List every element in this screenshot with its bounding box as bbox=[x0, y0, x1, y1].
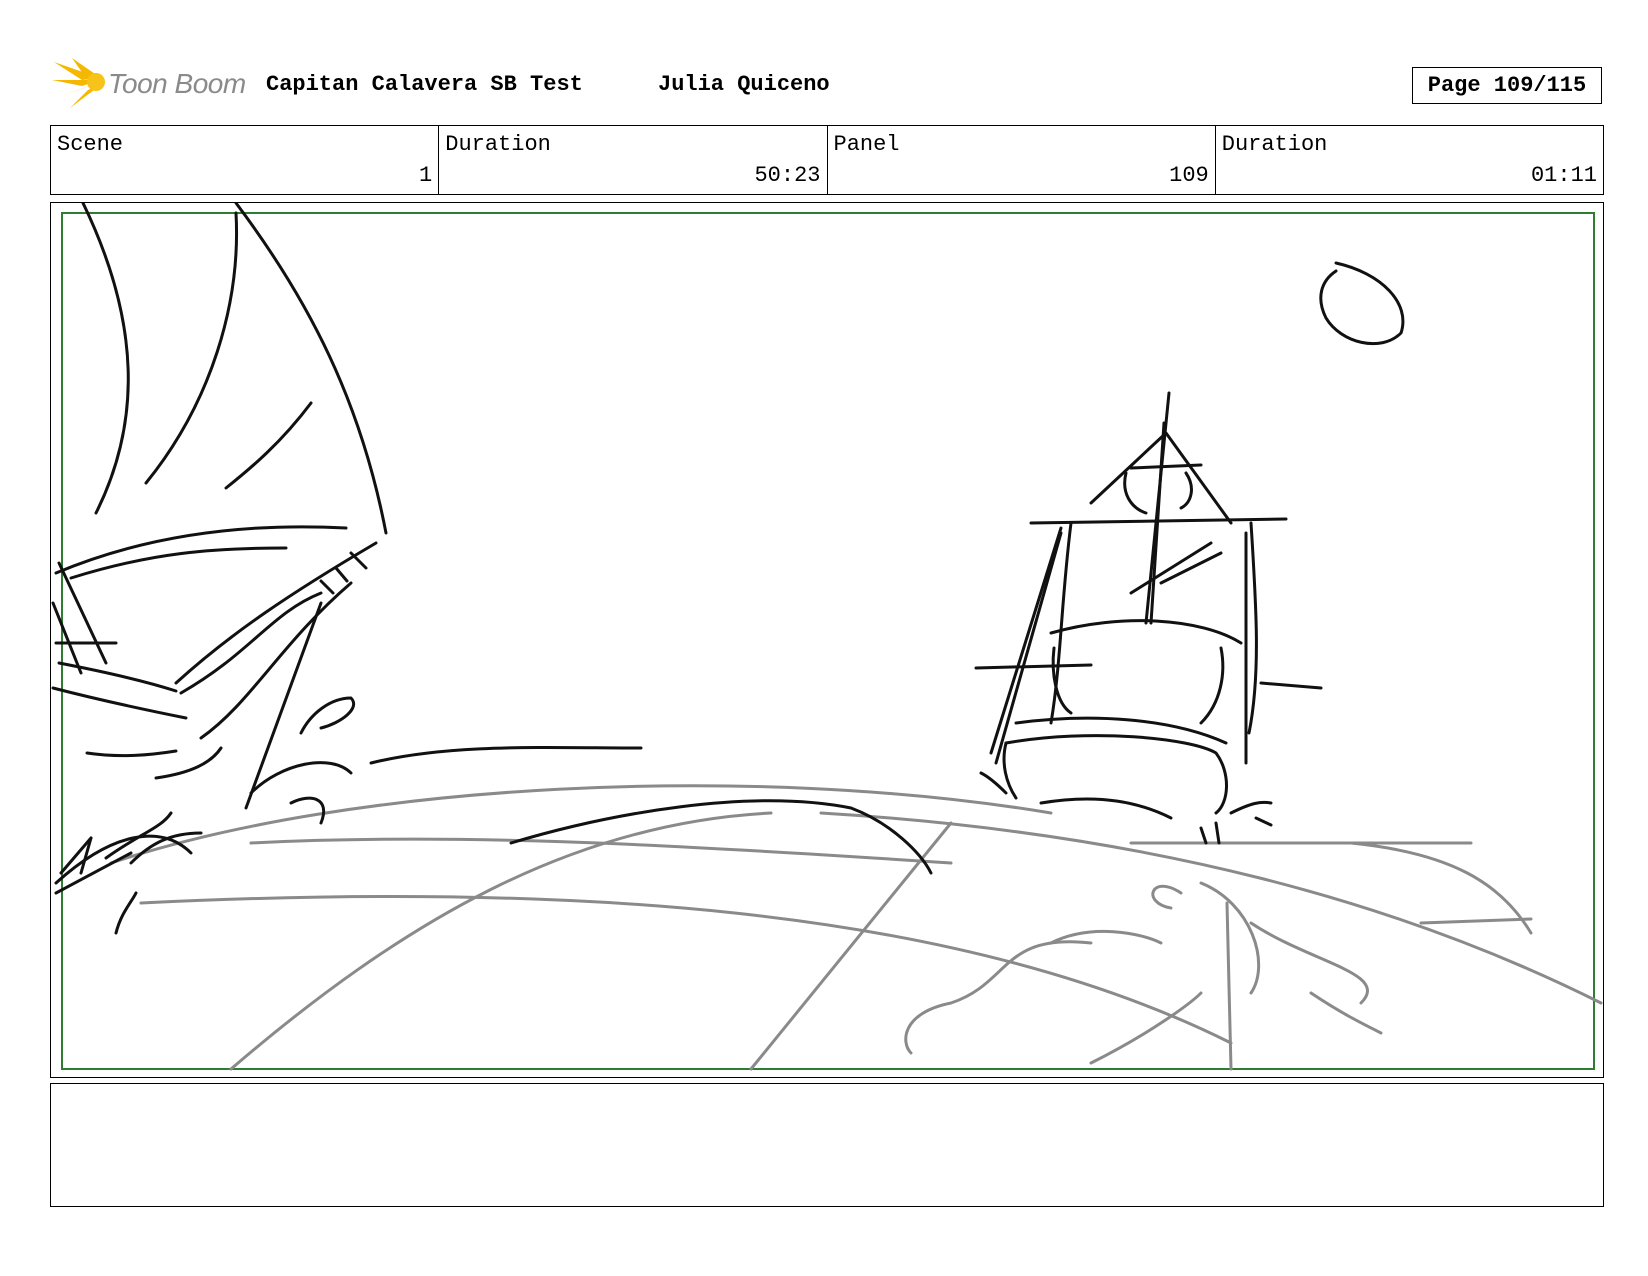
panel-duration-label: Duration bbox=[1221, 132, 1328, 157]
moon bbox=[1319, 261, 1405, 346]
toon-boom-logo: Toon Boom bbox=[52, 58, 246, 110]
author-name: Julia Quiceno bbox=[658, 72, 830, 97]
scene-info-table: Scene 1 Duration 50:23 Panel 109 Duratio… bbox=[50, 125, 1604, 195]
left-sail-edge bbox=[81, 203, 130, 515]
storyboard-panel bbox=[50, 202, 1604, 1078]
starburst-icon bbox=[52, 58, 105, 108]
scene-duration-value: 50:23 bbox=[754, 163, 821, 188]
sea-guide-lines bbox=[109, 784, 1603, 1071]
panel-cell: Panel 109 bbox=[828, 126, 1216, 194]
document-title: Capitan Calavera SB Test bbox=[266, 72, 583, 97]
left-sail-outer bbox=[234, 203, 388, 535]
scene-label: Scene bbox=[57, 132, 124, 157]
panel-label: Panel bbox=[833, 132, 900, 157]
panel-value: 109 bbox=[1169, 163, 1209, 188]
panel-sketch bbox=[51, 203, 1603, 1071]
panel-notes-box bbox=[50, 1083, 1604, 1207]
panel-duration-value: 01:11 bbox=[1530, 163, 1597, 188]
scene-value: 1 bbox=[419, 163, 433, 188]
ink-strokes bbox=[51, 203, 1405, 935]
scene-duration-cell: Duration 50:23 bbox=[439, 126, 828, 194]
panel-duration-cell: Duration 01:11 bbox=[1216, 126, 1603, 194]
scene-duration-label: Duration bbox=[445, 132, 551, 157]
logo-wordmark: Toon Boom bbox=[108, 68, 246, 99]
scene-cell: Scene 1 bbox=[51, 126, 440, 194]
page-indicator: Page 109/115 bbox=[1412, 67, 1602, 104]
